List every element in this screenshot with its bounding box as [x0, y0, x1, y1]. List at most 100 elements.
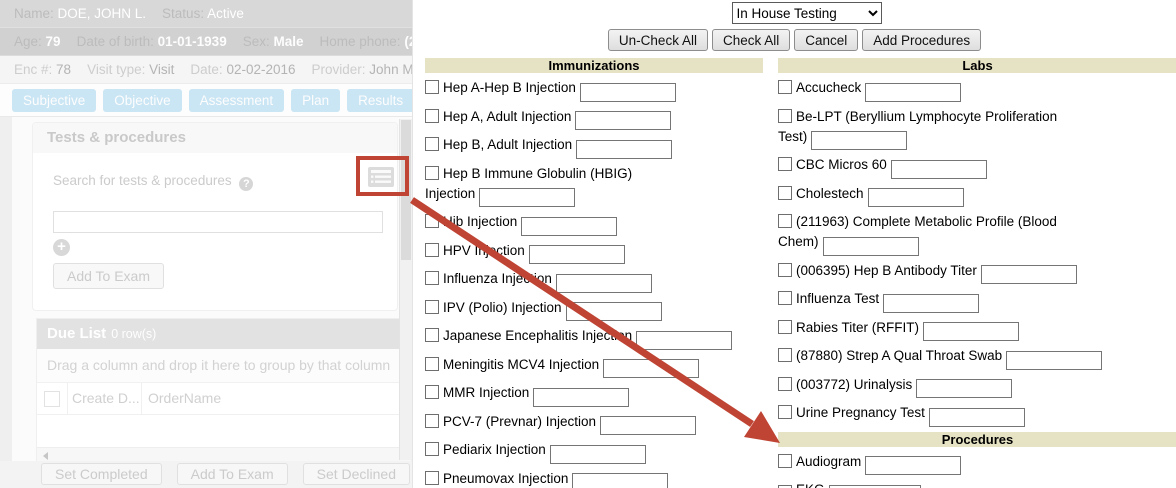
item-label: Hep A-Hep B [443, 80, 526, 95]
banner-field: Status: Active [162, 6, 244, 21]
item-label: Hep B Immune Globulin (HBIG) [443, 166, 632, 181]
item-checkbox[interactable] [425, 243, 439, 257]
item-checkbox[interactable] [425, 300, 439, 314]
vertical-scrollbar[interactable] [399, 119, 412, 460]
patient-banner-row1: Name: DOE, JOHN L.Status: Active [0, 0, 412, 28]
banner-field-value: Active [207, 6, 244, 21]
item-checkbox[interactable] [778, 80, 792, 94]
item-checkbox[interactable] [778, 454, 792, 468]
item-text-input[interactable] [521, 217, 617, 236]
item-text-input[interactable] [580, 83, 676, 102]
checkbox-item: Influenza Injection [425, 269, 763, 293]
item-checkbox[interactable] [425, 80, 439, 94]
item-text-input[interactable] [865, 456, 961, 475]
item-checkbox[interactable] [425, 385, 439, 399]
checkbox-item: (006395) Hep B Antibody Titer [778, 261, 1176, 285]
add-procedures-button[interactable]: Add Procedures [862, 29, 981, 51]
item-label: Pediarix [443, 442, 496, 457]
banner-field-value: DOE, JOHN L. [58, 6, 147, 21]
due-list-header: Due List 0 row(s) [37, 319, 411, 349]
add-icon[interactable]: + [53, 239, 70, 256]
item-checkbox[interactable] [425, 166, 439, 180]
item-checkbox[interactable] [425, 471, 439, 485]
item-text-input[interactable] [865, 83, 961, 102]
uncheck-all-button[interactable]: Un-Check All [608, 29, 708, 51]
select-all-checkbox[interactable] [44, 391, 60, 407]
test-category-select[interactable]: In House Testing [732, 2, 882, 24]
item-label-tail: Injection [526, 80, 576, 95]
item-text-input[interactable] [811, 131, 907, 150]
item-label-tail: Injection [496, 442, 546, 457]
item-label-tail: (RFFIT) [872, 320, 919, 335]
chart-tab[interactable]: Results [347, 89, 412, 112]
banner-field: Date of birth: 01-01-1939 [77, 34, 227, 49]
due-list-count: 0 row(s) [111, 327, 156, 341]
item-text-input[interactable] [603, 359, 699, 378]
set-completed-button[interactable]: Set Completed [41, 463, 162, 485]
item-text-input[interactable] [883, 294, 979, 313]
chart-tabs: Subjective Objective Assessment Plan Results… [0, 84, 412, 117]
item-text-input[interactable] [479, 188, 575, 207]
item-text-input[interactable] [1006, 351, 1102, 370]
item-text-input[interactable] [868, 188, 964, 207]
chart-tab[interactable]: Assessment [189, 89, 285, 112]
item-text-input[interactable] [829, 485, 921, 488]
item-checkbox[interactable] [778, 109, 792, 123]
item-text-input[interactable] [556, 274, 652, 293]
item-text-input[interactable] [823, 237, 919, 256]
scrollbar-thumb[interactable] [401, 120, 411, 260]
item-label-tail: Test [900, 405, 925, 420]
scroll-left-icon[interactable] [43, 452, 48, 460]
item-text-input[interactable] [575, 111, 671, 130]
item-checkbox[interactable] [425, 328, 439, 342]
item-text-input[interactable] [891, 160, 987, 179]
item-checkbox[interactable] [778, 214, 792, 228]
add-to-exam-button[interactable]: Add To Exam [53, 263, 164, 289]
due-list-title: Due List [47, 325, 106, 342]
item-label-tail: Urinalysis [854, 377, 913, 392]
item-text-input[interactable] [550, 445, 646, 464]
banner-field-label: Date of birth: [77, 34, 154, 49]
checkbox-item: PCV-7 (Prevnar) Injection [425, 412, 763, 436]
item-checkbox[interactable] [778, 186, 792, 200]
chart-tab[interactable]: Objective [103, 89, 181, 112]
add-to-exam-footer-button[interactable]: Add To Exam [177, 463, 288, 485]
item-text-input[interactable] [916, 379, 1012, 398]
item-text-input[interactable] [576, 140, 672, 159]
item-text-input[interactable] [600, 416, 696, 435]
item-text-input[interactable] [566, 302, 662, 321]
item-checkbox[interactable] [778, 377, 792, 391]
item-checkbox[interactable] [778, 405, 792, 419]
item-checkbox[interactable] [425, 414, 439, 428]
chart-tab[interactable]: Plan [291, 89, 340, 112]
item-text-input[interactable] [533, 388, 629, 407]
item-checkbox[interactable] [778, 157, 792, 171]
tests-search-input[interactable] [53, 211, 383, 233]
item-text-input[interactable] [981, 265, 1077, 284]
chart-tab[interactable]: Subjective [12, 89, 96, 112]
item-checkbox[interactable] [425, 357, 439, 371]
item-text-input[interactable] [929, 408, 1025, 427]
item-text-input[interactable] [923, 322, 1019, 341]
item-checkbox[interactable] [425, 137, 439, 151]
set-declined-button[interactable]: Set Declined [303, 463, 410, 485]
procedure-list-icon[interactable] [368, 167, 394, 187]
item-text-input[interactable] [636, 331, 732, 350]
help-icon[interactable]: ? [239, 177, 253, 191]
cancel-button[interactable]: Cancel [794, 29, 858, 51]
due-list-body [37, 415, 411, 447]
item-text-input[interactable] [529, 245, 625, 264]
item-checkbox[interactable] [425, 214, 439, 228]
item-checkbox[interactable] [778, 320, 792, 334]
item-label: (003772) [796, 377, 854, 392]
item-checkbox[interactable] [425, 109, 439, 123]
item-checkbox[interactable] [425, 271, 439, 285]
check-all-button[interactable]: Check All [712, 29, 790, 51]
column-header-create-date[interactable]: Create D... [68, 383, 142, 414]
item-checkbox[interactable] [425, 442, 439, 456]
item-text-input[interactable] [572, 473, 668, 488]
item-checkbox[interactable] [778, 348, 792, 362]
column-header-order-name[interactable]: OrderName [142, 383, 411, 414]
item-checkbox[interactable] [778, 263, 792, 277]
item-checkbox[interactable] [778, 291, 792, 305]
